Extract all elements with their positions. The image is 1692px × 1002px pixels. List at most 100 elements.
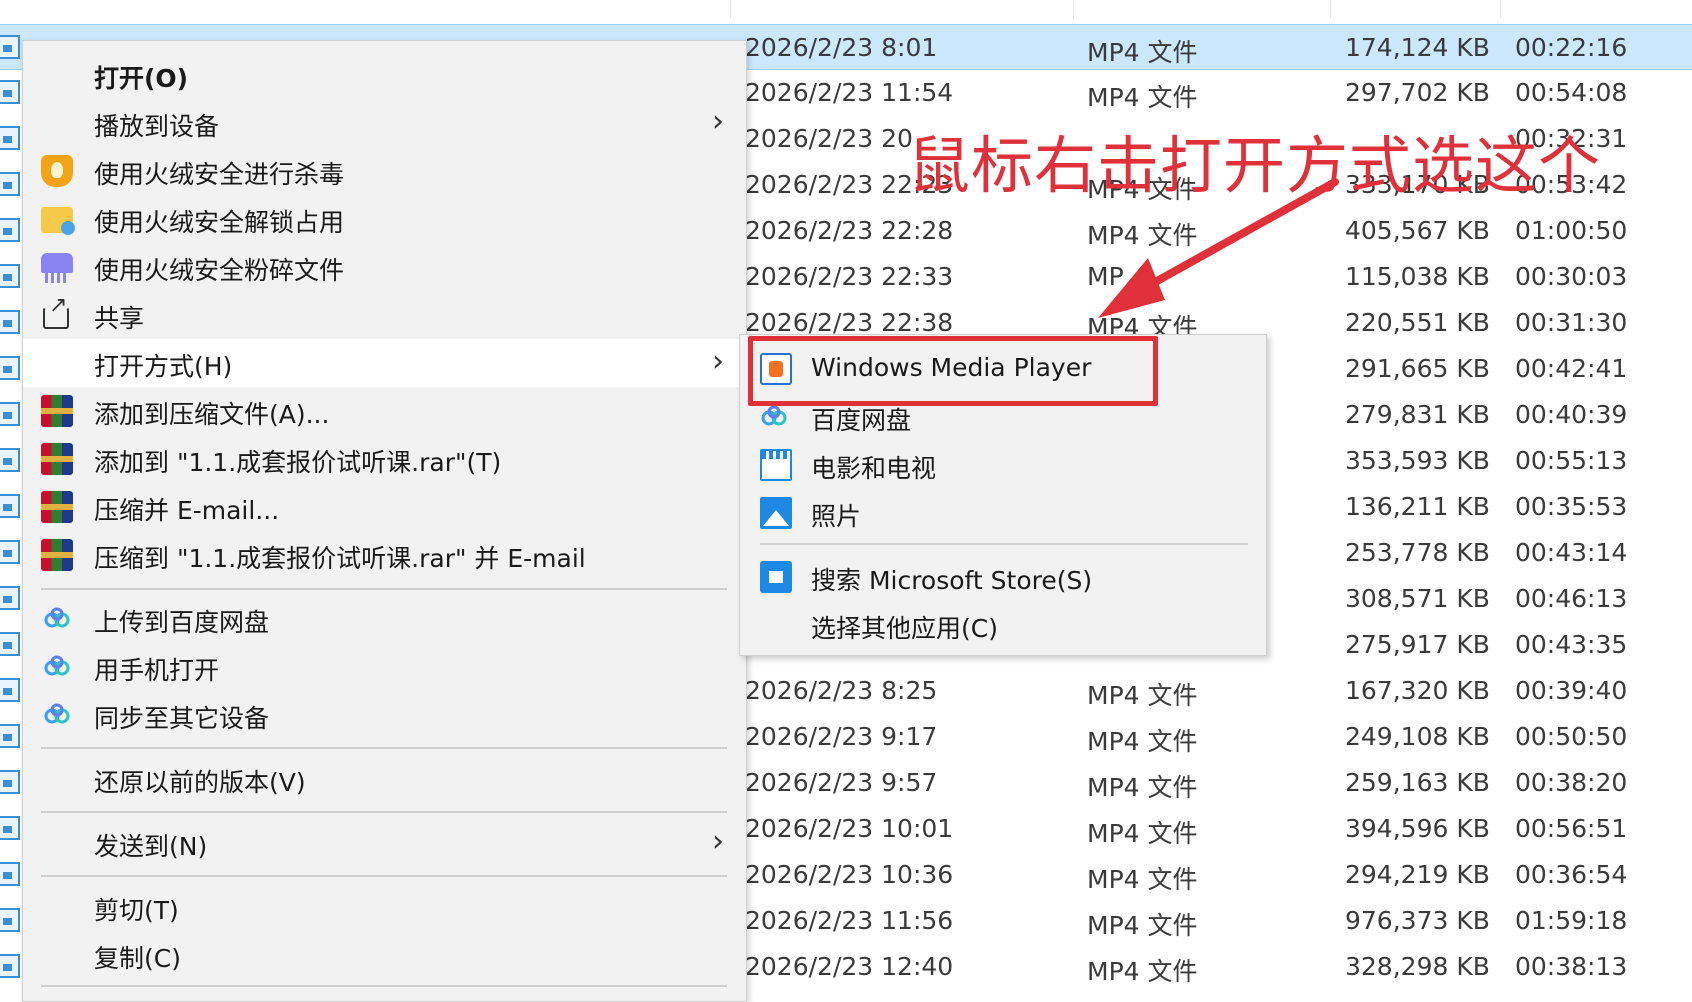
menu-item-open-on-phone[interactable]: 用手机打开	[23, 643, 746, 691]
video-file-icon	[0, 402, 20, 426]
menu-item-open-with[interactable]: 打开方式(H) ›	[23, 339, 746, 387]
file-size: 167,320 KB	[1345, 676, 1490, 705]
video-file-icon	[0, 908, 20, 932]
menu-item-label: 添加到 "1.1.成套报价试听课.rar"(T)	[94, 448, 502, 477]
file-date: 2026/2/23 9:57	[745, 768, 938, 797]
menu-item-label: 同步至其它设备	[94, 704, 270, 733]
file-duration: 00:36:54	[1515, 860, 1628, 889]
menu-item-compress-email[interactable]: 压缩并 E-mail...	[23, 483, 746, 531]
menu-item-huorong-shred[interactable]: 使用火绒安全粉碎文件	[23, 243, 746, 291]
file-duration: 01:59:18	[1515, 906, 1628, 935]
file-size: 115,038 KB	[1345, 262, 1490, 291]
submenu-item-search-store[interactable]: 搜索 Microsoft Store(S)	[740, 553, 1266, 601]
file-size: 174,124 KB	[1345, 33, 1490, 62]
video-file-icon	[0, 310, 20, 334]
movies-tv-icon	[760, 449, 792, 481]
menu-item-label: 播放到设备	[94, 112, 220, 141]
file-size: 308,571 KB	[1345, 584, 1490, 613]
menu-item-share[interactable]: 共享	[23, 291, 746, 339]
video-file-icon	[0, 678, 20, 702]
file-date: 2026/2/23 22:28	[745, 216, 954, 245]
column-divider[interactable]	[1500, 0, 1501, 18]
microsoft-store-icon	[760, 561, 792, 593]
video-file-icon	[0, 862, 20, 886]
menu-item-label: 使用火绒安全解锁占用	[94, 208, 345, 237]
menu-item-cut[interactable]: 剪切(T)	[23, 883, 746, 931]
annotation-text: 鼠标右击打开方式选这个	[908, 129, 1602, 202]
file-type: MP4 文件	[1087, 221, 1198, 250]
menu-item-add-to-rar[interactable]: 添加到 "1.1.成套报价试听课.rar"(T)	[23, 435, 746, 483]
video-file-icon	[0, 35, 20, 59]
submenu-item-label: 照片	[811, 502, 862, 531]
file-size: 394,596 KB	[1345, 814, 1490, 843]
menu-item-label: 使用火绒安全进行杀毒	[94, 160, 345, 189]
menu-separator	[41, 985, 727, 987]
menu-item-upload-baidu[interactable]: 上传到百度网盘	[23, 595, 746, 643]
menu-item-label: 打开方式(H)	[94, 352, 233, 381]
submenu-item-choose-other-app[interactable]: 选择其他应用(C)	[740, 601, 1266, 649]
submenu-item-label: 搜索 Microsoft Store(S)	[811, 566, 1093, 595]
file-date: 2026/2/23 10:01	[745, 814, 954, 843]
file-duration: 00:43:35	[1515, 630, 1628, 659]
video-file-icon	[0, 632, 20, 656]
shredder-icon	[41, 253, 73, 283]
menu-item-send-to[interactable]: 发送到(N) ›	[23, 819, 746, 867]
menu-item-sync-devices[interactable]: 同步至其它设备	[23, 691, 746, 739]
file-size: 253,778 KB	[1345, 538, 1490, 567]
winrar-icon	[41, 395, 73, 427]
submenu-item-label: 选择其他应用(C)	[811, 614, 998, 643]
menu-item-copy[interactable]: 复制(C)	[23, 931, 746, 979]
menu-item-label: 复制(C)	[94, 944, 181, 973]
file-type: MP4 文件	[1087, 773, 1198, 802]
file-duration: 00:55:13	[1515, 446, 1628, 475]
menu-item-label: 发送到(N)	[94, 832, 208, 861]
baidu-netdisk-icon	[44, 655, 70, 676]
file-size: 294,219 KB	[1345, 860, 1490, 889]
menu-separator	[41, 811, 727, 813]
file-duration: 00:42:41	[1515, 354, 1628, 383]
menu-item-cast-to-device[interactable]: 播放到设备 ›	[23, 99, 746, 147]
menu-item-huorong-scan[interactable]: 使用火绒安全进行杀毒	[23, 147, 746, 195]
file-type: MP4 文件	[1087, 727, 1198, 756]
submenu-separator	[760, 543, 1248, 545]
file-date: 2026/2/23 8:25	[745, 676, 938, 705]
column-divider[interactable]	[1073, 0, 1074, 18]
file-duration: 00:46:13	[1515, 584, 1628, 613]
menu-separator	[41, 875, 727, 877]
video-file-icon	[0, 724, 20, 748]
file-date: 2026/2/23 12:40	[745, 952, 954, 981]
submenu-item-photos[interactable]: 照片	[740, 489, 1266, 537]
menu-item-compress-rar-email[interactable]: 压缩到 "1.1.成套报价试听课.rar" 并 E-mail	[23, 531, 746, 579]
file-date: 2026/2/23 8:01	[745, 33, 938, 62]
submenu-item-movies-tv[interactable]: 电影和电视	[740, 441, 1266, 489]
menu-item-add-to-archive[interactable]: 添加到压缩文件(A)...	[23, 387, 746, 435]
file-duration: 01:00:50	[1515, 216, 1628, 245]
menu-item-restore-versions[interactable]: 还原以前的版本(V)	[23, 755, 746, 803]
context-menu: 打开(O) 播放到设备 › 使用火绒安全进行杀毒 使用火绒安全解锁占用 使用火绒…	[22, 40, 747, 1002]
chevron-right-icon: ›	[712, 344, 724, 379]
chevron-right-icon: ›	[712, 824, 724, 859]
file-size: 259,163 KB	[1345, 768, 1490, 797]
submenu-item-label: 电影和电视	[811, 454, 937, 483]
file-date: 2026/2/23 20	[745, 124, 913, 153]
video-file-icon	[0, 586, 20, 610]
menu-item-huorong-unlock[interactable]: 使用火绒安全解锁占用	[23, 195, 746, 243]
submenu-item-label: 百度网盘	[811, 406, 912, 435]
folder-unlock-icon	[41, 207, 75, 235]
menu-item-label: 共享	[94, 304, 145, 333]
column-divider[interactable]	[730, 0, 731, 18]
file-duration: 00:39:40	[1515, 676, 1628, 705]
menu-item-open[interactable]: 打开(O)	[23, 51, 746, 99]
column-divider[interactable]	[1330, 0, 1331, 18]
file-date: 2026/2/23 11:54	[745, 78, 954, 107]
menu-separator	[41, 747, 727, 749]
file-duration: 00:43:14	[1515, 538, 1628, 567]
video-file-icon	[0, 218, 20, 242]
file-type: MP4 文件	[1087, 911, 1198, 940]
file-size: 279,831 KB	[1345, 400, 1490, 429]
file-size: 328,298 KB	[1345, 952, 1490, 981]
file-type: MP4 文件	[1087, 957, 1198, 986]
file-date: 2026/2/23 11:56	[745, 906, 954, 935]
video-file-icon	[0, 264, 20, 288]
file-duration: 00:35:53	[1515, 492, 1628, 521]
